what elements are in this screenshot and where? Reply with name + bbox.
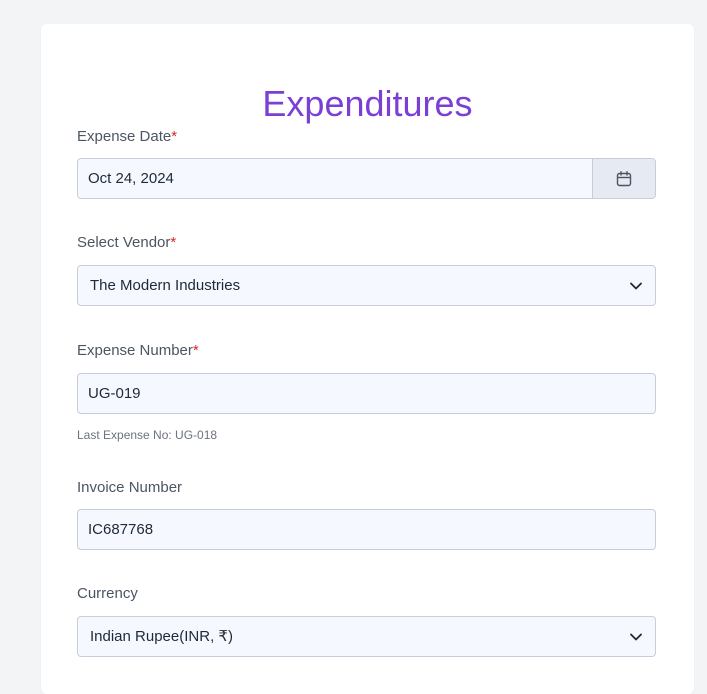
currency-select-value: Indian Rupee(INR, ₹): [90, 628, 233, 645]
expense-number-input[interactable]: UG-019: [77, 373, 656, 414]
expenditure-form-card: Expenditures Expense Date* Oct 24, 2024 …: [41, 24, 694, 694]
expense-number-value: UG-019: [88, 385, 141, 402]
vendor-label: Select Vendor*: [77, 234, 176, 252]
expense-number-label: Expense Number*: [77, 342, 199, 360]
currency-label-text: Currency: [77, 585, 138, 602]
invoice-number-label-text: Invoice Number: [77, 479, 183, 496]
calendar-icon: [616, 170, 632, 186]
vendor-select-value: The Modern Industries: [90, 277, 241, 294]
chevron-down-icon: [630, 282, 642, 290]
invoice-number-value: IC687768: [88, 521, 154, 538]
currency-label: Currency: [77, 585, 138, 603]
page-title: Expenditures: [262, 83, 473, 124]
expense-date-field[interactable]: Oct 24, 2024: [77, 158, 656, 199]
invoice-number-label: Invoice Number: [77, 479, 182, 497]
required-mark: *: [192, 342, 199, 359]
expense-number-label-text: Expense Number: [77, 342, 193, 359]
currency-select[interactable]: Indian Rupee(INR, ₹): [77, 616, 656, 657]
invoice-number-input[interactable]: IC687768: [77, 509, 656, 550]
date-picker-button[interactable]: [592, 159, 655, 198]
required-mark: *: [170, 234, 177, 251]
vendor-label-text: Select Vendor: [77, 234, 171, 251]
expense-date-value: Oct 24, 2024: [88, 170, 174, 187]
expense-date-label: Expense Date*: [77, 128, 177, 146]
required-mark: *: [171, 128, 178, 145]
last-expense-hint: Last Expense No: UG-018: [77, 428, 218, 442]
expense-date-label-text: Expense Date: [77, 128, 172, 145]
vendor-select[interactable]: The Modern Industries: [77, 265, 656, 306]
chevron-down-icon: [630, 633, 642, 641]
